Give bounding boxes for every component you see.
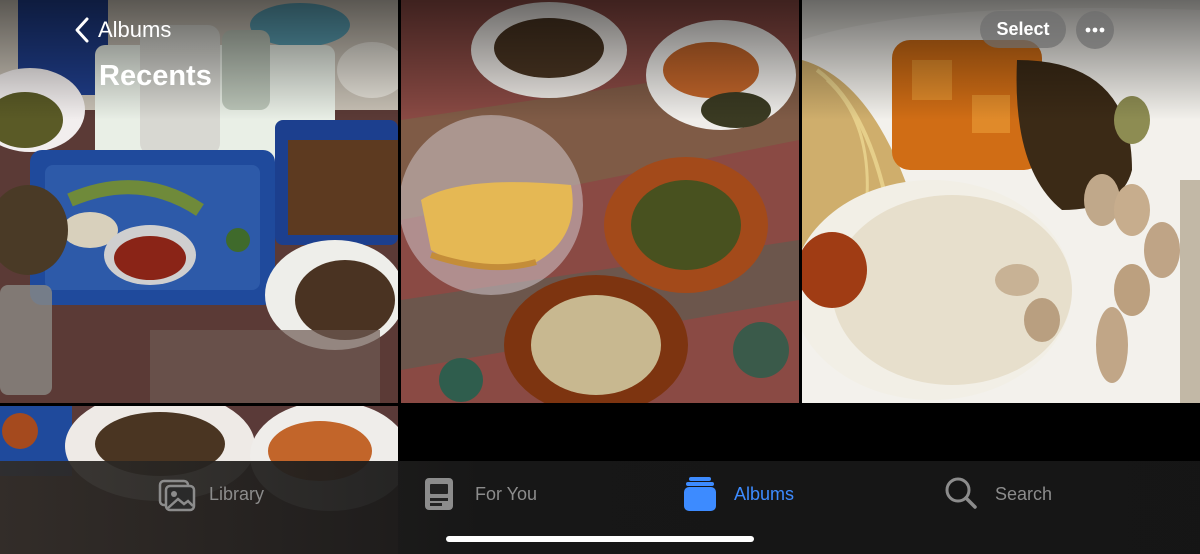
back-button-label: Albums <box>98 17 172 42</box>
tab-search[interactable]: Search <box>944 475 1052 513</box>
albums-icon <box>684 477 716 511</box>
photo-library-icon <box>158 479 196 512</box>
tab-label: Albums <box>734 483 795 504</box>
for-you-icon <box>425 478 453 510</box>
photo-thumbnail[interactable] <box>802 0 1200 403</box>
select-button[interactable]: Select <box>980 11 1066 48</box>
tab-albums[interactable]: Albums <box>683 475 794 513</box>
tab-label: For You <box>475 483 538 504</box>
more-options-button[interactable] <box>1076 11 1114 49</box>
tab-for-you[interactable]: For You <box>424 475 537 513</box>
tab-label: Library <box>209 483 265 504</box>
page-title: Recents <box>99 60 212 92</box>
back-button[interactable]: Albums <box>74 14 171 46</box>
search-icon <box>945 477 977 509</box>
home-indicator[interactable] <box>446 536 754 542</box>
photo-thumbnail[interactable] <box>401 0 799 403</box>
tab-label: Search <box>995 483 1053 504</box>
ellipsis-icon <box>1085 27 1105 33</box>
tab-library[interactable]: Library <box>158 475 264 513</box>
chevron-left-icon <box>75 17 89 43</box>
